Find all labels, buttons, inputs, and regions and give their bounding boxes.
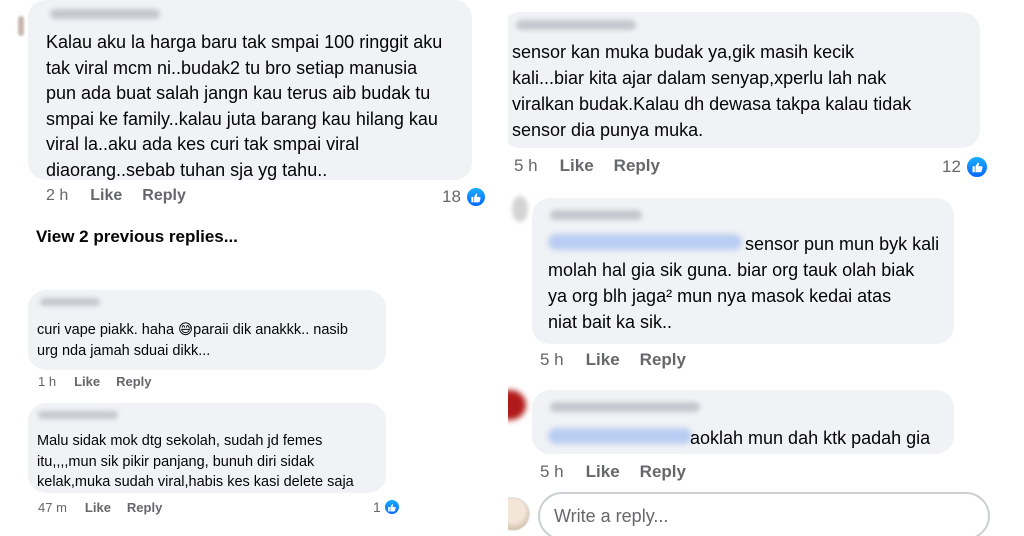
- comment-bubble: Malu sidak mok dtg sekolah, sudah jd fem…: [28, 403, 386, 493]
- reply-input[interactable]: Write a reply...: [538, 492, 990, 536]
- thumbs-up-icon: [964, 155, 989, 179]
- like-button[interactable]: Like: [560, 156, 594, 176]
- like-button[interactable]: Like: [586, 462, 620, 482]
- reaction-number: 18: [442, 187, 461, 206]
- like-button[interactable]: Like: [85, 500, 111, 515]
- blurred-mention[interactable]: [548, 234, 742, 250]
- reply-placeholder: Write a reply...: [554, 506, 669, 526]
- blurred-author-name: [40, 298, 100, 306]
- comment-text: molah hal gia sik guna. biar org tauk ol…: [548, 260, 915, 332]
- thumbs-up-icon: [382, 498, 401, 516]
- right-comments-panel: sensor kan muka budak ya,gik masih kecik…: [508, 0, 1024, 536]
- reply-button[interactable]: Reply: [127, 500, 162, 515]
- reaction-count[interactable]: 18: [442, 186, 487, 208]
- comment-time[interactable]: 1 h: [38, 374, 56, 389]
- like-button[interactable]: Like: [586, 350, 620, 370]
- blurred-author-name: [50, 9, 160, 19]
- comment-text: Kalau aku la harga baru tak smpai 100 ri…: [46, 32, 443, 180]
- like-button[interactable]: Like: [74, 374, 100, 389]
- blurred-author-name: [516, 20, 636, 30]
- like-button[interactable]: Like: [90, 187, 122, 205]
- comment-text: curi vape piakk. haha 😅paraii dik anakkk…: [37, 322, 348, 359]
- reply-button[interactable]: Reply: [614, 156, 660, 176]
- comment-actions: 5 h Like Reply: [540, 462, 686, 482]
- blurred-mention[interactable]: [548, 428, 692, 444]
- comment-first-line: sensor pun mun byk kali: [745, 234, 940, 254]
- reaction-number: 12: [942, 157, 961, 176]
- blurred-author-name: [550, 210, 642, 220]
- clipped-row: [38, 266, 198, 272]
- comment-time[interactable]: 5 h: [540, 350, 564, 370]
- commenter-avatar[interactable]: [18, 16, 24, 36]
- comment-actions: 1 h Like Reply: [38, 374, 152, 389]
- comment-bubble: curi vape piakk. haha 😅paraii dik anakkk…: [28, 290, 386, 370]
- thumbs-up-icon: [464, 186, 487, 208]
- comment-actions: 2 h Like Reply: [46, 187, 186, 205]
- reply-button[interactable]: Reply: [640, 350, 686, 370]
- reaction-count[interactable]: 12: [942, 155, 989, 179]
- comment-time[interactable]: 5 h: [540, 462, 564, 482]
- blurred-author-name: [38, 411, 118, 419]
- reaction-number: 1: [373, 499, 381, 515]
- comment-bubble: Kalau aku la harga baru tak smpai 100 ri…: [28, 0, 472, 180]
- reply-button[interactable]: Reply: [640, 462, 686, 482]
- comment-bubble: aoklah mun dah ktk padah gia: [532, 390, 954, 454]
- comment-time[interactable]: 2 h: [46, 187, 68, 205]
- left-comments-panel: Kalau aku la harga baru tak smpai 100 ri…: [0, 0, 500, 536]
- comment-bubble: sensor kan muka budak ya,gik masih kecik…: [508, 12, 980, 148]
- reaction-count[interactable]: 1: [373, 498, 401, 516]
- comment-bubble: sensor pun mun byk kali molah hal gia si…: [532, 198, 954, 344]
- comment-actions: 5 h Like Reply: [514, 156, 660, 176]
- blurred-author-name: [550, 402, 700, 412]
- user-avatar[interactable]: [508, 497, 530, 531]
- comment-time[interactable]: 5 h: [514, 156, 538, 176]
- comment-actions: 5 h Like Reply: [540, 350, 686, 370]
- comment-text: Malu sidak mok dtg sekolah, sudah jd fem…: [37, 433, 354, 490]
- commenter-avatar[interactable]: [512, 196, 528, 222]
- comment-actions: 47 m Like Reply: [38, 500, 162, 515]
- comment-text: sensor kan muka budak ya,gik masih kecik…: [512, 42, 912, 140]
- reply-button[interactable]: Reply: [142, 187, 186, 205]
- comment-time[interactable]: 47 m: [38, 500, 67, 515]
- view-previous-replies[interactable]: View 2 previous replies...: [36, 227, 238, 247]
- commenter-avatar[interactable]: [508, 390, 526, 420]
- reply-button[interactable]: Reply: [116, 374, 151, 389]
- comment-text: aoklah mun dah ktk padah gia: [690, 428, 931, 448]
